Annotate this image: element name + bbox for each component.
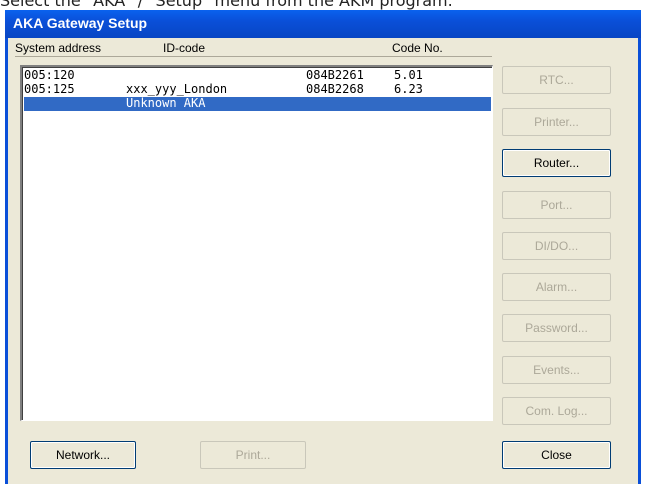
list-row-1[interactable]: 005:120 084B2261 5.01 [24,69,491,83]
password-button[interactable]: Password... [502,314,611,342]
alarm-button[interactable]: Alarm... [502,273,611,301]
list-row-3-selected[interactable]: Unknown AKA [24,97,491,111]
column-header-code-no[interactable]: Code No. [392,41,443,55]
list-row-2[interactable]: 005:125 xxx_yyy_London 084B2268 6.23 [24,83,491,97]
column-header-id-code[interactable]: ID-code [163,41,205,55]
gateway-listbox[interactable]: 005:120 084B2261 5.01 005:125 xxx_yyy_Lo… [20,65,493,421]
caption-text: Select the "AKA" / "Setup" menu from the… [0,0,453,10]
row-2-version: 6.23 [394,82,423,96]
rtc-button[interactable]: RTC... [502,66,611,94]
row-1-version: 5.01 [394,68,423,82]
row-3-id-code: Unknown AKA [126,96,206,110]
row-2-code-no: 084B2268 [306,82,364,96]
close-button[interactable]: Close [502,441,611,469]
events-button[interactable]: Events... [502,356,611,384]
network-button[interactable]: Network... [30,441,136,469]
port-button[interactable]: Port... [502,191,611,219]
title-bar[interactable]: AKA Gateway Setup [5,10,641,38]
row-1-code-no: 084B2261 [306,68,364,82]
row-2-address: 005:125 [24,82,75,96]
aka-gateway-setup-dialog: AKA Gateway Setup System address ID-code… [5,10,641,484]
printer-button[interactable]: Printer... [502,108,611,136]
column-header-system-address[interactable]: System address [15,41,101,55]
print-button[interactable]: Print... [200,441,306,469]
router-button[interactable]: Router... [502,149,611,177]
di-do-button[interactable]: DI/DO... [502,232,611,260]
window-title: AKA Gateway Setup [13,15,148,31]
column-header-divider [15,56,492,57]
row-2-id-code: xxx_yyy_London [126,82,228,96]
com-log-button[interactable]: Com. Log... [502,397,611,425]
document-caption: Select the "AKA" / "Setup" menu from the… [0,0,645,10]
row-1-address: 005:120 [24,68,75,82]
